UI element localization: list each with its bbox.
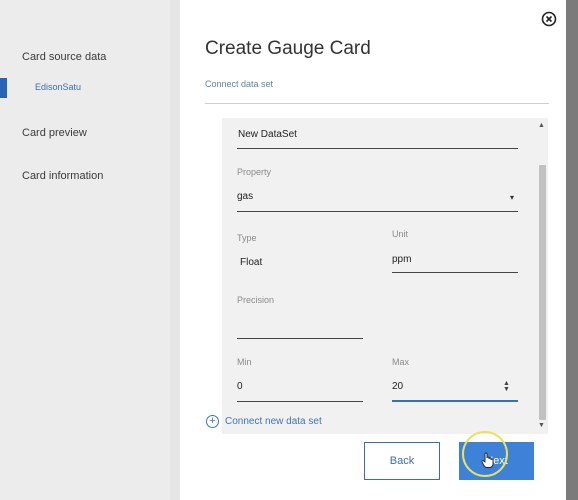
unit-input[interactable]: ppm xyxy=(392,254,411,265)
scrollbar-thumb[interactable] xyxy=(539,165,546,420)
sidebar-item-card-source-data[interactable]: Card source data xyxy=(22,51,106,63)
connect-new-dataset-link[interactable]: + Connect new data set xyxy=(206,415,322,428)
precision-label: Precision xyxy=(237,295,275,305)
unit-label: Unit xyxy=(392,229,409,239)
active-step-marker xyxy=(0,78,7,98)
max-input[interactable]: 20 xyxy=(392,381,403,392)
dialog-subtitle: Connect data set xyxy=(205,79,274,89)
sidebar-divider xyxy=(170,0,180,500)
precision-underline xyxy=(237,338,363,339)
property-select[interactable]: gas xyxy=(237,191,253,202)
type-value: Float xyxy=(240,257,263,268)
dataset-name-underline xyxy=(237,148,518,149)
dialog-title: Create Gauge Card xyxy=(205,38,371,59)
scroll-up-icon[interactable]: ▲ xyxy=(538,122,545,129)
max-label: Max xyxy=(392,357,410,367)
dataset-name-input[interactable]: New DataSet xyxy=(238,129,297,140)
backdrop-edge xyxy=(566,0,578,500)
divider xyxy=(205,103,549,104)
property-underline xyxy=(237,211,518,212)
sidebar-subitem-dataset[interactable]: EdisonSatu xyxy=(35,82,81,92)
sidebar: Card source data EdisonSatu Card preview… xyxy=(0,0,180,500)
back-button[interactable]: Back xyxy=(364,442,440,480)
max-underline xyxy=(392,400,518,402)
dropdown-caret-icon[interactable]: ▾ xyxy=(510,193,514,202)
unit-underline xyxy=(392,272,518,273)
close-icon[interactable] xyxy=(541,11,557,27)
dataset-panel xyxy=(222,118,548,434)
hand-cursor-icon xyxy=(481,452,494,468)
type-label: Type xyxy=(237,233,257,243)
scroll-down-icon[interactable]: ▼ xyxy=(538,422,545,429)
connect-new-dataset-label: Connect new data set xyxy=(225,416,322,427)
sidebar-item-card-preview[interactable]: Card preview xyxy=(22,127,87,139)
property-label: Property xyxy=(237,167,272,177)
plus-circle-icon: + xyxy=(206,415,219,428)
sidebar-item-card-information[interactable]: Card information xyxy=(22,170,103,182)
min-label: Min xyxy=(237,357,252,367)
min-underline xyxy=(237,401,363,402)
min-input[interactable]: 0 xyxy=(237,381,243,392)
precision-input[interactable] xyxy=(237,318,363,332)
number-spinner-icon[interactable]: ▲ ▼ xyxy=(503,380,510,393)
